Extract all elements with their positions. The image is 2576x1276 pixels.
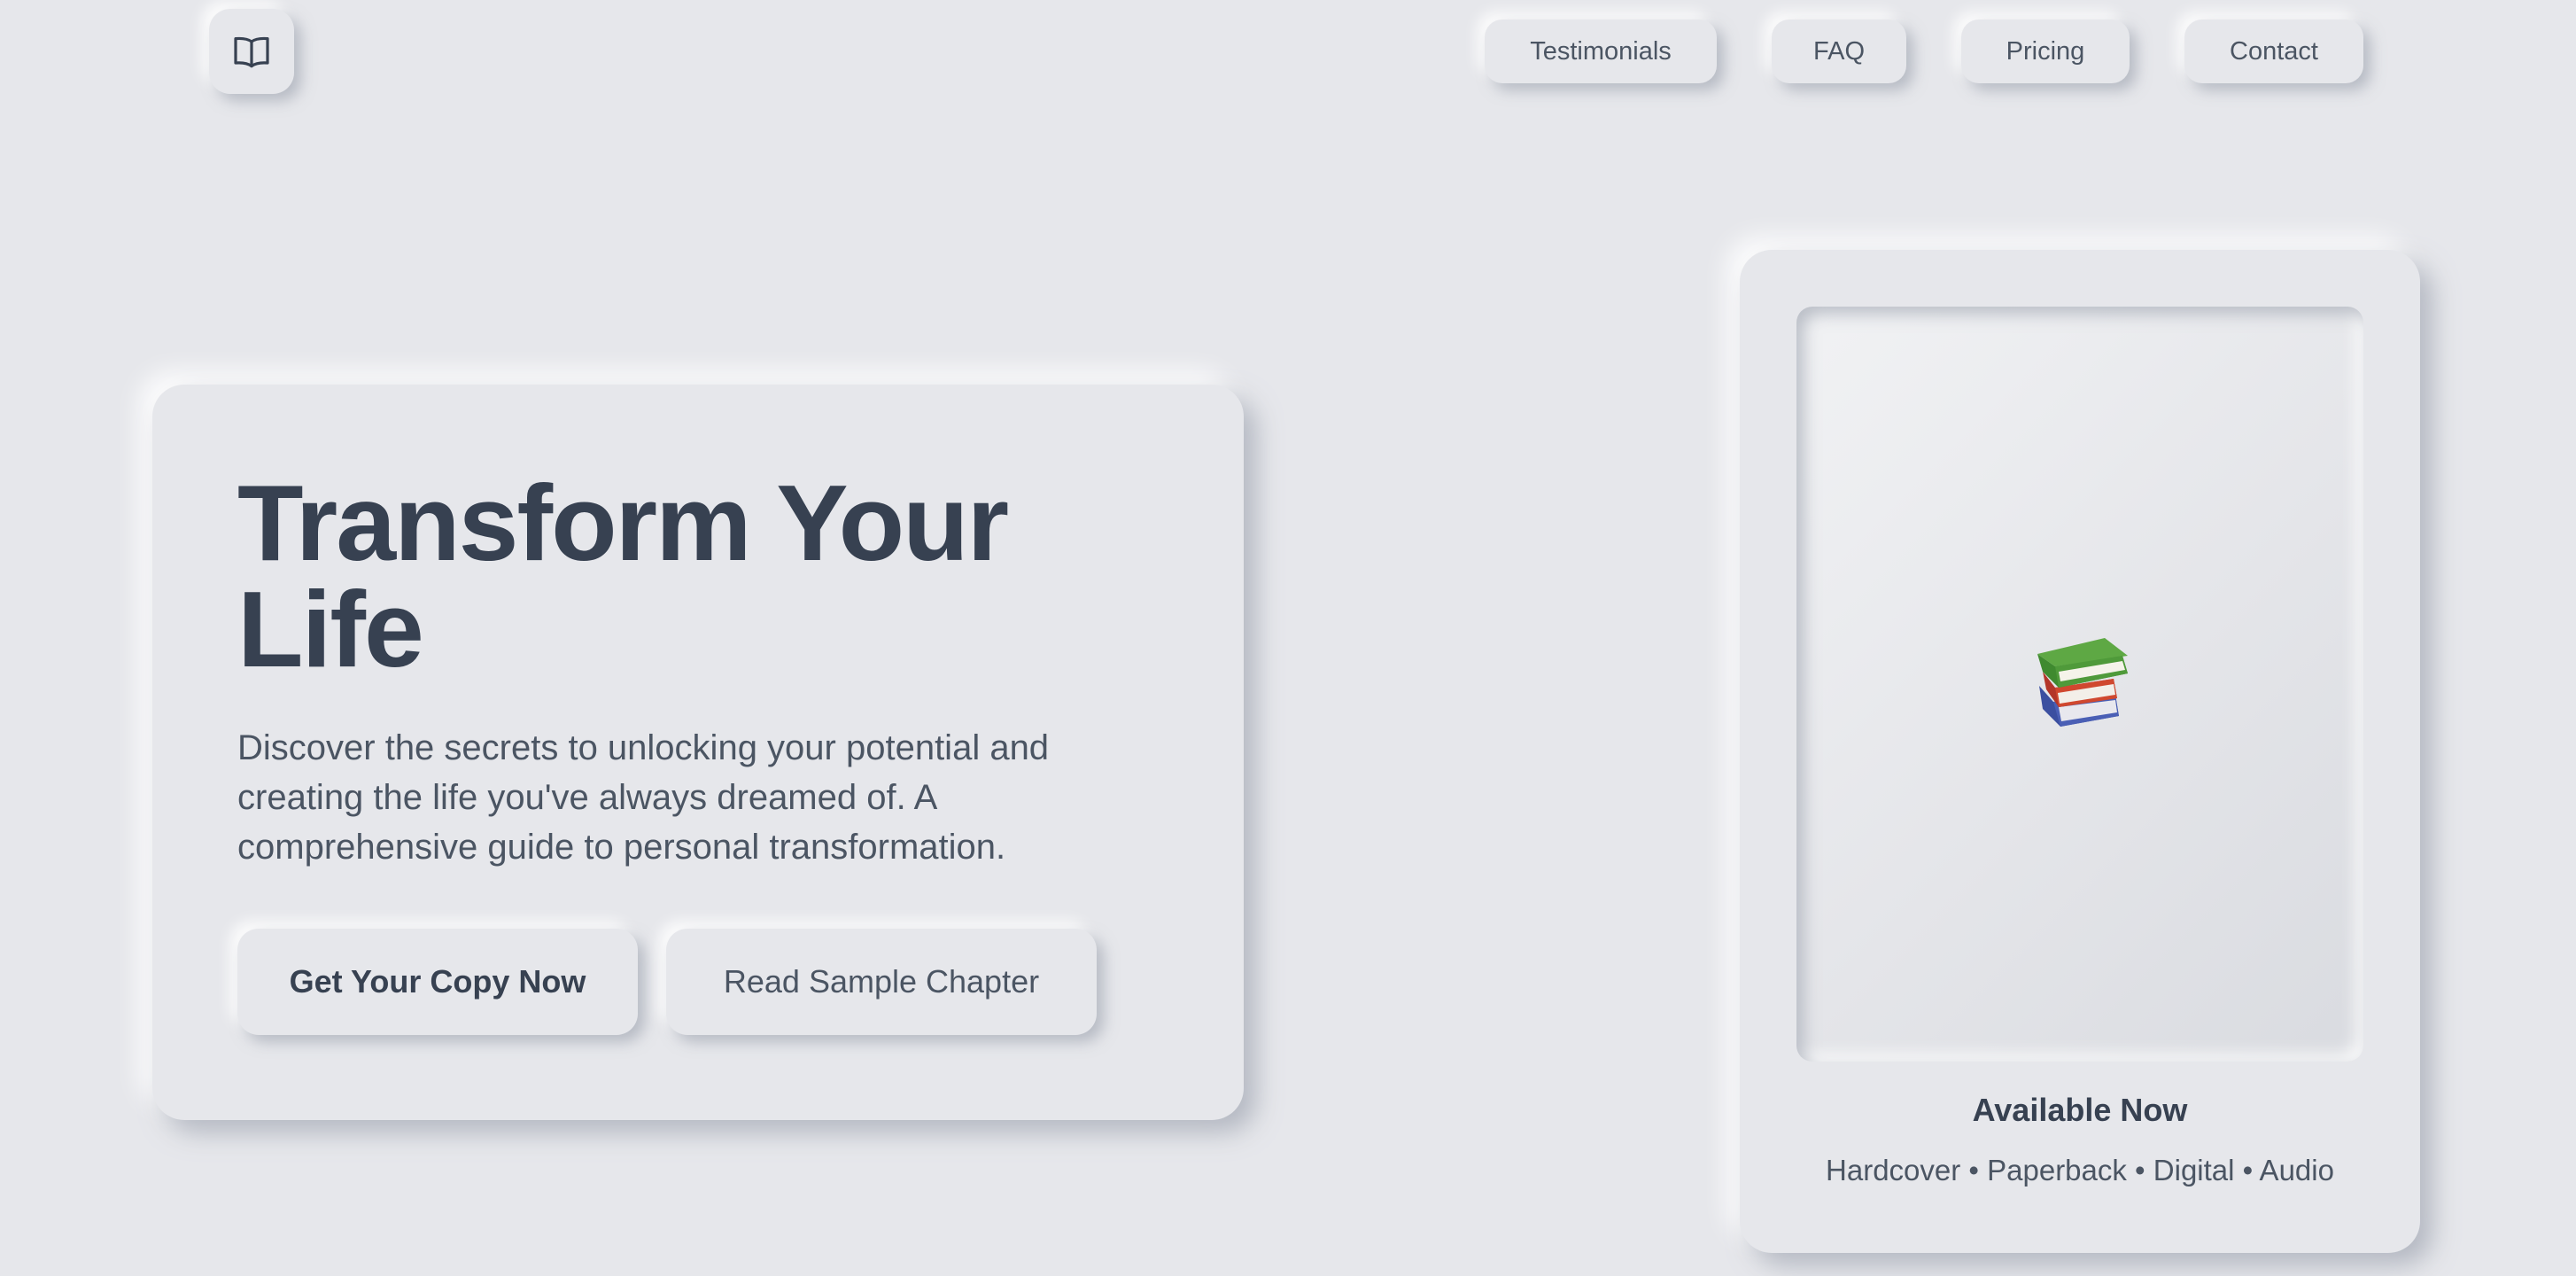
hero-title: Transform Your Life bbox=[237, 463, 1009, 689]
product-card: Available Now Hardcover • Paperback • Di… bbox=[1740, 250, 2420, 1253]
hero-description: Discover the secrets to unlocking your p… bbox=[237, 728, 1050, 867]
nav-pricing[interactable]: Pricing bbox=[1961, 19, 2130, 83]
nav-faq[interactable]: FAQ bbox=[1772, 19, 1906, 83]
get-copy-button[interactable]: Get Your Copy Now bbox=[237, 929, 638, 1035]
book-cover bbox=[1796, 307, 2363, 1062]
nav-contact[interactable]: Contact bbox=[2184, 19, 2363, 83]
open-book-icon bbox=[234, 36, 269, 68]
nav-testimonials[interactable]: Testimonials bbox=[1485, 19, 1717, 83]
hero-card: Transform Your Life Discover the secrets… bbox=[152, 385, 1244, 1120]
landing-page: Testimonials FAQ Pricing Contact Transfo… bbox=[0, 0, 2576, 1276]
availability-title: Available Now bbox=[1972, 1092, 2188, 1128]
read-sample-button[interactable]: Read Sample Chapter bbox=[666, 929, 1097, 1035]
books-stack-icon bbox=[2037, 638, 2128, 727]
formats-list: Hardcover • Paperback • Digital • Audio bbox=[1826, 1154, 2334, 1187]
logo-button[interactable] bbox=[209, 9, 294, 94]
